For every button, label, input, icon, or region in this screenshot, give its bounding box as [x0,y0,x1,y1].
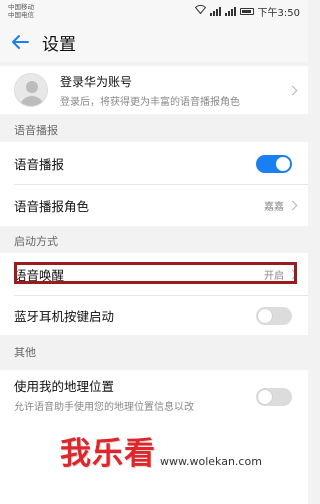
broadcast-role-row[interactable]: 语音播报角色 嘉嘉 [0,185,308,226]
bluetooth-headset-row[interactable]: 蓝牙耳机按键启动 [0,296,308,335]
location-row[interactable]: 使用我的地理位置 允许语音助手使用您的地理位置信息以改 [0,370,308,420]
bluetooth-headset-toggle[interactable] [256,306,292,325]
voice-broadcast-toggle[interactable] [256,154,292,173]
signal-icon-2 [224,6,236,16]
carrier-1: 中国移动 [8,3,34,11]
account-subtitle: 登录后，将获得更为丰富的语音播报角色 [60,96,240,108]
section-header-other: 其他 [0,340,308,364]
carrier-2: 中国电信 [8,11,34,19]
account-title: 登录华为账号 [60,74,133,89]
status-bar: 中国移动 中国电信 下午3:50 [0,0,308,22]
broadcast-role-value: 嘉嘉 [264,202,284,213]
watermark-url: www.wolekan.com [160,455,262,468]
battery-icon [239,7,254,15]
watermark: 我乐看 www.wolekan.com [60,428,262,473]
avatar [14,73,48,107]
signal-icon [209,6,221,16]
broadcast-role-label: 语音播报角色 [14,199,90,214]
status-icons: 下午3:50 [194,4,300,19]
voice-wake-value: 开启 [264,271,284,282]
watermark-text: 我乐看 [60,436,156,472]
chevron-right-icon [287,200,298,211]
arrow-left-icon [12,35,29,49]
back-button[interactable] [0,22,40,62]
wifi-icon [194,4,206,17]
account-login-row[interactable]: 登录华为账号 登录后，将获得更为丰富的语音播报角色 [0,66,308,114]
chevron-right-icon [287,85,298,95]
location-subtitle: 允许语音助手使用您的地理位置信息以改 [14,402,194,413]
voice-wake-label: 语音唤醒 [14,268,65,283]
chevron-right-icon [287,269,298,280]
app-bar: 设置 [0,22,308,62]
voice-broadcast-row[interactable]: 语音播报 [0,142,308,185]
location-label: 使用我的地理位置 [14,379,115,394]
voice-wake-row[interactable]: 语音唤醒 开启 [0,253,308,296]
page-title: 设置 [42,34,76,55]
carrier-info: 中国移动 中国电信 [8,3,34,19]
bluetooth-headset-label: 蓝牙耳机按键启动 [14,309,115,324]
voice-broadcast-label: 语音播报 [14,157,65,172]
status-time: 下午3:50 [257,7,300,19]
location-toggle[interactable] [256,388,292,406]
section-header-broadcast: 语音播报 [0,118,308,142]
section-header-startup: 启动方式 [0,229,308,253]
